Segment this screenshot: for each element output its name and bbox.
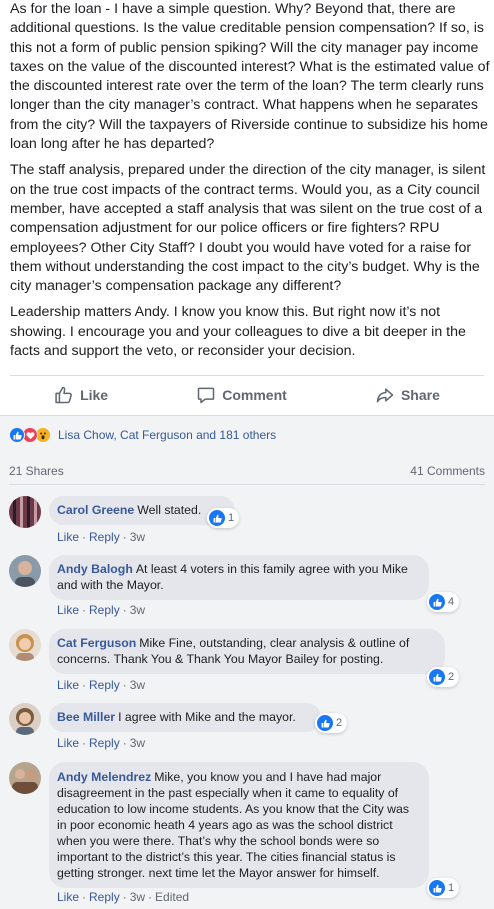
share-arrow-icon (376, 387, 394, 402)
comment-reaction-count[interactable]: 1 (207, 508, 240, 528)
comment-reaction-count[interactable]: 1 (427, 878, 460, 898)
comment-meta: Like · Reply · 3w (57, 530, 146, 544)
like-button[interactable]: Like (54, 385, 108, 405)
comment-like-link[interactable]: Like (57, 678, 79, 692)
comment-like-link[interactable]: Like (57, 603, 79, 617)
reaction-count: 2 (336, 717, 343, 729)
comment-reaction-count[interactable]: 4 (427, 592, 460, 612)
comment-reaction-count[interactable]: 2 (427, 667, 460, 687)
thumbs-up-icon (55, 386, 72, 403)
reactions-names-link[interactable]: Lisa Chow, Cat Ferguson and 181 others (58, 428, 276, 442)
comment-bubble: Bee Miller I agree with Mike and the mayo… (49, 703, 321, 732)
reaction-count: 4 (448, 596, 455, 608)
comment-edited-label[interactable]: Edited (155, 890, 189, 904)
comment-reply-link[interactable]: Reply (89, 603, 120, 617)
comment-timestamp[interactable]: 3w (130, 890, 145, 904)
comment-reply-link[interactable]: Reply (89, 530, 120, 544)
comment-text: I agree with Mike and the mayor. (118, 710, 296, 724)
comment-meta: Like · Reply · 3w (57, 603, 146, 617)
like-icon (317, 715, 333, 731)
comment-timestamp[interactable]: 3w (130, 530, 145, 544)
avatar[interactable] (9, 703, 41, 735)
share-button[interactable]: Share (375, 385, 440, 405)
reaction-count: 2 (448, 671, 455, 683)
comment-author[interactable]: Andy Balogh (57, 562, 133, 576)
reactions-summary[interactable]: Lisa Chow, Cat Ferguson and 181 others (9, 426, 276, 444)
like-icon (9, 427, 25, 443)
comment-like-link[interactable]: Like (57, 890, 79, 904)
like-icon (429, 669, 445, 685)
avatar[interactable] (9, 555, 41, 587)
comment-timestamp[interactable]: 3w (130, 603, 145, 617)
comment-author[interactable]: Cat Ferguson (57, 636, 136, 650)
avatar[interactable] (9, 762, 41, 794)
comment-bubble: Andy Balogh At least 4 voters in this fam… (49, 555, 429, 600)
comment-author[interactable]: Bee Miller (57, 710, 115, 724)
comment-author[interactable]: Carol Greene (57, 503, 134, 517)
divider (9, 484, 485, 485)
like-icon (429, 594, 445, 610)
comment-bubble: Cat Ferguson Mike Fine, outstanding, clea… (49, 629, 445, 674)
reaction-count: 1 (448, 882, 455, 894)
comment-like-link[interactable]: Like (57, 736, 79, 750)
comment-reaction-count[interactable]: 2 (315, 713, 348, 733)
comment-author[interactable]: Andy Melendrez (57, 770, 151, 784)
post-paragraph: As for the loan - I have a simple questi… (10, 1, 490, 153)
comment-label: Comment (222, 386, 287, 403)
share-label: Share (400, 386, 440, 403)
comment-text: Well stated. (137, 503, 202, 517)
post-body: As for the loan - I have a simple questi… (10, 0, 490, 368)
comment-button[interactable]: Comment (196, 385, 287, 405)
comments-count-link[interactable]: 41 Comments (410, 464, 485, 478)
comment-timestamp[interactable]: 3w (130, 678, 145, 692)
like-label: Like (80, 386, 109, 403)
comment-meta: Like · Reply · 3w (57, 678, 146, 692)
comment-text: Mike, you know you and I have had major … (57, 770, 410, 880)
post-paragraph: The staff analysis, prepared under the d… (10, 162, 486, 295)
engagement-counts: 21 Shares 41 Comments (9, 464, 485, 478)
post-action-bar: Like Comment Share (10, 375, 484, 413)
comment-reply-link[interactable]: Reply (89, 736, 120, 750)
post-paragraph: Leadership matters Andy. I know you know… (10, 304, 466, 360)
comment-timestamp[interactable]: 3w (130, 736, 145, 750)
comment-meta: Like · Reply · 3w (57, 736, 146, 750)
comment-meta: Like · Reply · 3w · Edited (57, 890, 190, 904)
like-icon (209, 510, 225, 526)
comment-reply-link[interactable]: Reply (89, 890, 120, 904)
comment-bubble: Andy Melendrez Mike, you know you and I h… (49, 762, 429, 888)
avatar[interactable] (9, 496, 41, 528)
comment-icon (198, 387, 215, 403)
comment-reply-link[interactable]: Reply (89, 678, 120, 692)
avatar[interactable] (9, 629, 41, 661)
like-icon (429, 880, 445, 896)
shares-count-link[interactable]: 21 Shares (9, 464, 64, 478)
reaction-count: 1 (228, 512, 235, 524)
comment-like-link[interactable]: Like (57, 530, 79, 544)
